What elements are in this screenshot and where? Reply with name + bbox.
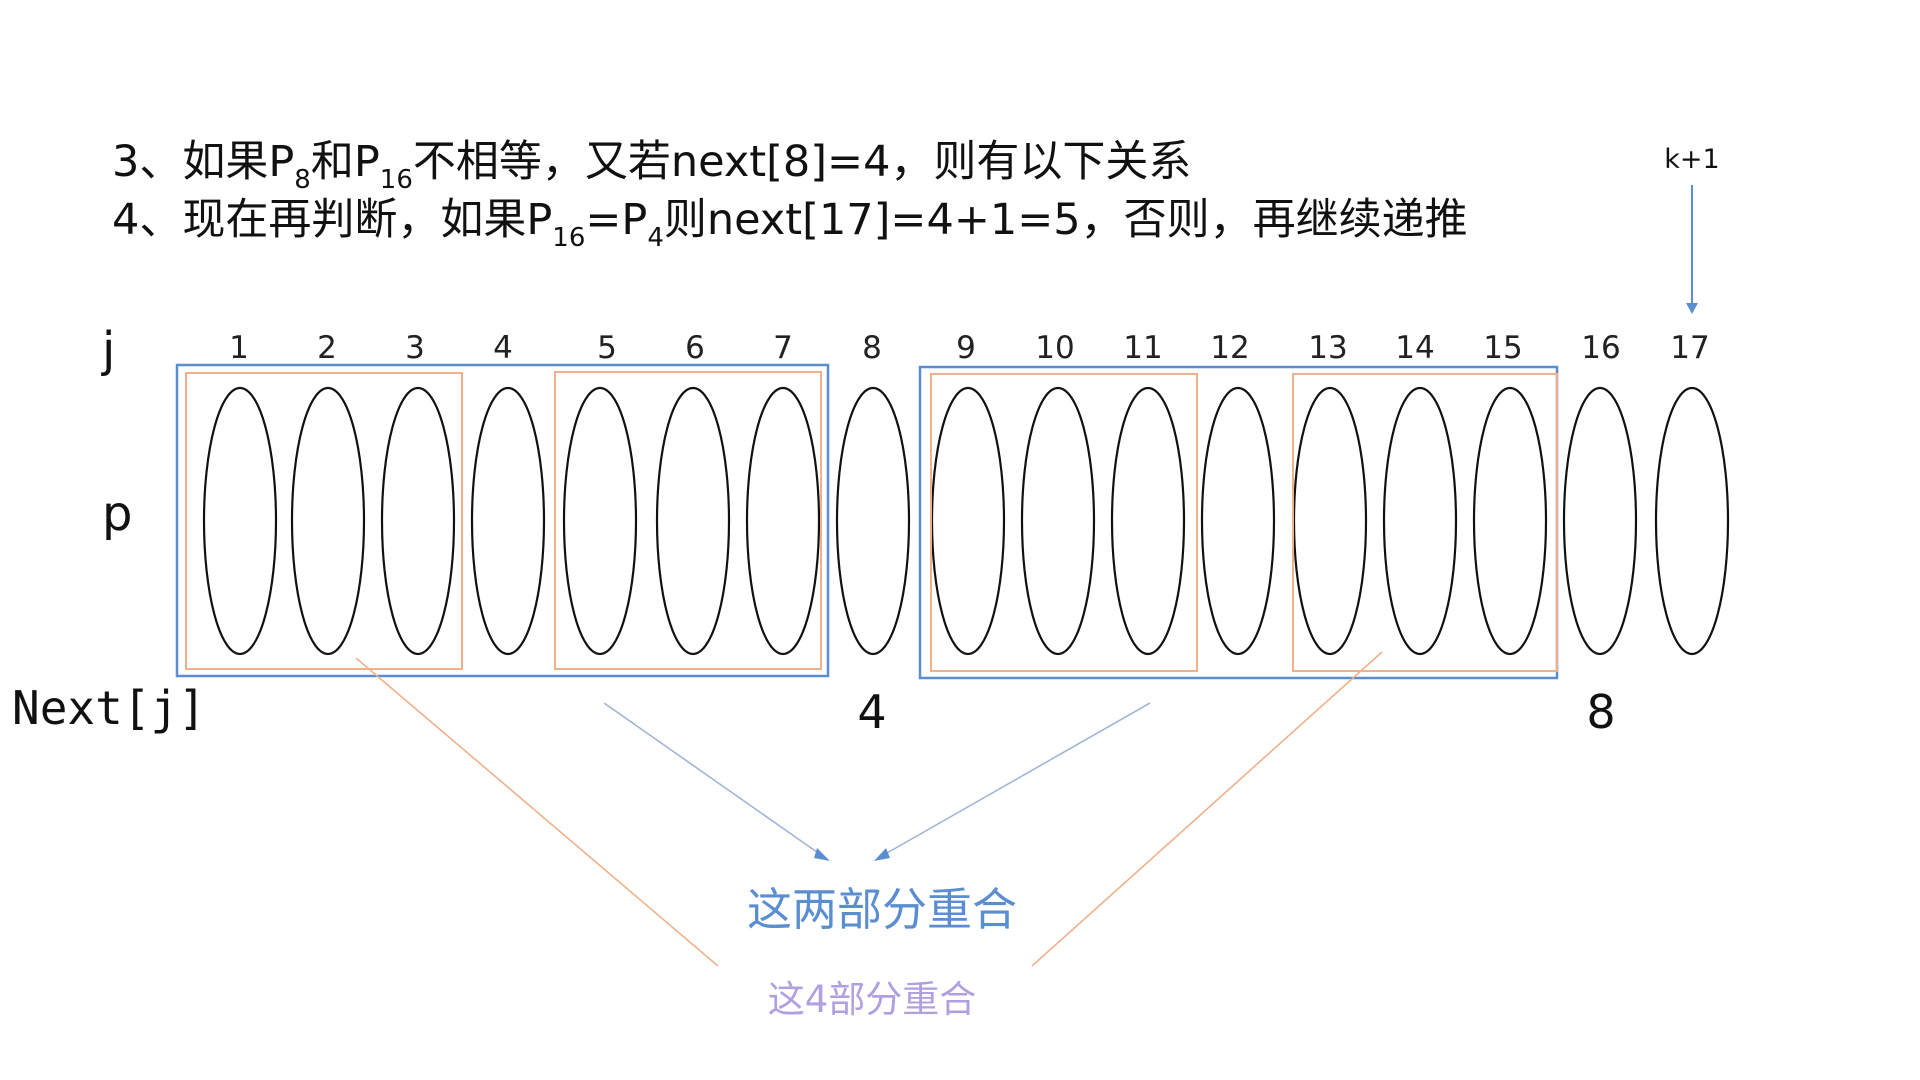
pattern-cell <box>1110 386 1186 656</box>
explanation-line-4: 4、现在再判断，如果P16=P4则next[17]=4+1=5，否则，再继续递推 <box>112 195 1468 253</box>
index-label: 16 <box>1581 330 1620 366</box>
pattern-cell <box>562 386 638 656</box>
index-label: 17 <box>1670 330 1709 366</box>
pattern-cell <box>745 386 821 656</box>
index-label: 7 <box>773 330 793 366</box>
pattern-cell <box>290 386 366 656</box>
pattern-cell <box>202 386 278 656</box>
pattern-cell <box>1020 386 1096 656</box>
blue-arrow-right <box>879 702 1151 858</box>
pattern-cells <box>202 386 1730 656</box>
orange-box-4 <box>1292 373 1558 672</box>
blue-arrow-left-head <box>814 848 830 861</box>
index-label: 13 <box>1308 330 1347 366</box>
index-label: 3 <box>405 330 425 366</box>
orange-line-left <box>355 657 719 967</box>
row-label-j: j <box>101 322 115 378</box>
row-label-next: Next[j] <box>12 681 206 735</box>
pattern-cell <box>470 386 546 656</box>
pattern-cell <box>1654 386 1730 656</box>
index-label: 8 <box>862 330 882 366</box>
caption-two-parts-overlap: 这两部分重合 <box>747 883 1017 936</box>
explanation-line-3: 3、如果P8和P16不相等，又若next[8]=4，则有以下关系 <box>112 137 1191 195</box>
next-value-at-8: 4 <box>857 685 886 739</box>
index-label: 6 <box>685 330 705 366</box>
index-label: 5 <box>597 330 617 366</box>
index-labels: 1 2 3 4 5 6 7 8 9 10 11 12 13 14 15 16 17 <box>229 330 1710 366</box>
caption-four-parts-overlap: 这4部分重合 <box>768 978 977 1021</box>
index-label: 15 <box>1483 330 1522 366</box>
pattern-cell <box>930 386 1006 656</box>
kmp-next-diagram: 3、如果P8和P16不相等，又若next[8]=4，则有以下关系 4、现在再判断… <box>12 137 1730 1021</box>
pattern-cell <box>835 386 911 656</box>
orange-line-right <box>1031 651 1383 967</box>
index-label: 9 <box>956 330 976 366</box>
index-label: 12 <box>1210 330 1249 366</box>
blue-arrow-right-head <box>874 848 890 861</box>
index-label: 10 <box>1035 330 1074 366</box>
pattern-cell <box>1200 386 1276 656</box>
blue-arrow-left <box>603 702 825 858</box>
blue-box-left <box>175 363 830 678</box>
index-label: 11 <box>1123 330 1162 366</box>
pattern-cell <box>1472 386 1548 656</box>
index-label: 4 <box>493 330 513 366</box>
pattern-cell <box>380 386 456 656</box>
row-label-p: p <box>102 486 132 542</box>
index-label: 1 <box>229 330 249 366</box>
pattern-cell <box>1292 386 1368 656</box>
orange-box-3 <box>930 373 1198 672</box>
pattern-cell <box>655 386 731 656</box>
next-value-at-16: 8 <box>1586 685 1615 739</box>
orange-box-2 <box>554 371 822 670</box>
blue-box-right <box>918 365 1559 680</box>
index-label: 14 <box>1395 330 1434 366</box>
pattern-cell <box>1382 386 1458 656</box>
orange-box-1 <box>185 372 463 670</box>
pattern-cell <box>1562 386 1638 656</box>
index-label: 2 <box>317 330 337 366</box>
k-plus-1-label: k+1 <box>1664 144 1719 175</box>
k-plus-1-arrow-head <box>1686 303 1698 314</box>
